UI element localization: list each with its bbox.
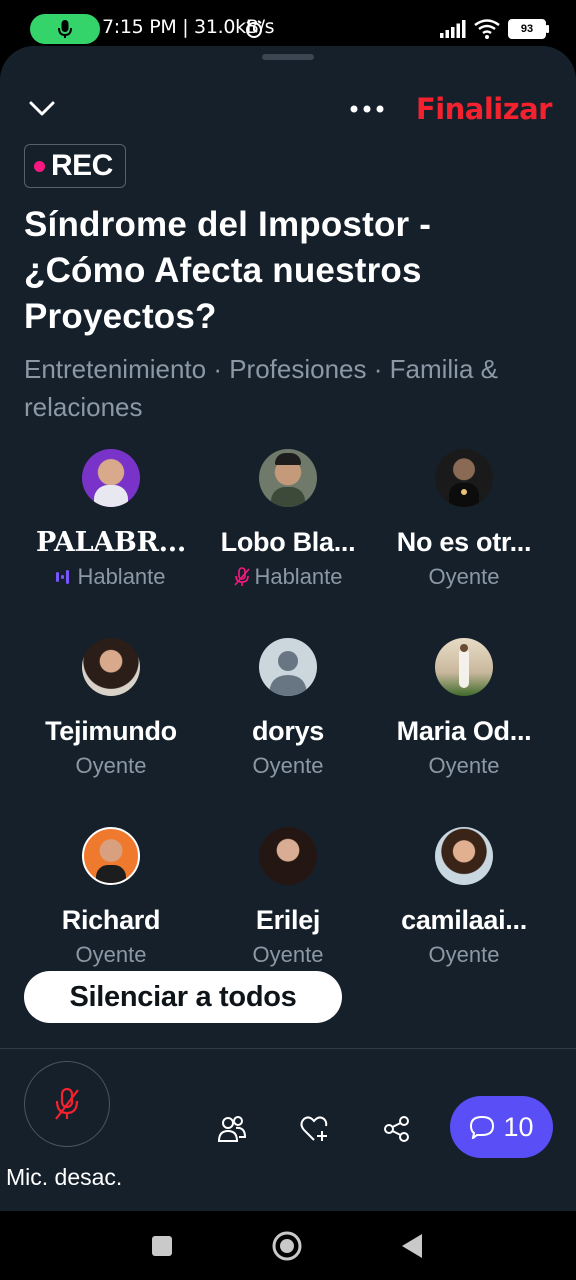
participant-role: Oyente [376,564,552,590]
back-button[interactable] [397,1231,427,1261]
participant-role-label: Hablante [254,564,343,589]
default-avatar [259,638,317,696]
participant-card[interactable]: Tejimundo Oyente [23,638,199,779]
sheet-drag-handle[interactable] [262,54,314,60]
share-icon [384,1116,409,1142]
battery-indicator: 93 [508,19,549,39]
participant-card[interactable]: PALABR... Hablante [23,449,199,590]
alarm-icon [246,20,262,38]
participant-role: Oyente [200,942,376,968]
comment-bubble-icon [470,1115,495,1139]
divider [0,1048,576,1049]
avatar [435,827,493,885]
participant-name: Erilej [255,905,321,935]
wifi-icon [474,19,500,39]
participant-role: Oyente [23,753,199,779]
participant-role: Hablante [23,564,199,590]
mic-off-icon [55,1087,79,1120]
participant-role-label: Oyente [428,753,500,778]
recents-button[interactable] [147,1231,177,1261]
minimize-button[interactable] [24,94,60,124]
participant-card[interactable]: Maria Od... Oyente [376,638,552,779]
participant-card[interactable]: No es otr... Oyente [376,449,552,590]
more-options-button[interactable] [346,96,388,122]
end-space-button[interactable]: Finalizar [416,92,553,126]
system-nav-bar [0,1211,576,1280]
avatar [259,827,317,885]
participant-card[interactable]: dorys Oyente [200,638,376,779]
people-icon [217,1116,247,1142]
participant-role-label: Oyente [252,942,324,967]
participant-name: dorys [251,716,325,746]
participant-role-label: Oyente [75,942,147,967]
avatar [82,449,140,507]
participant-name: Tejimundo [45,716,177,746]
participant-role: Hablante [200,564,376,590]
participant-role-label: Oyente [428,942,500,967]
participant-role: Oyente [376,753,552,779]
comments-count: 10 [503,1111,534,1142]
participant-role: Oyente [23,942,199,968]
participant-name: Lobo Bla... [220,527,356,557]
share-button[interactable] [377,1111,417,1147]
participant-role-label: Oyente [252,753,324,778]
avatar [435,449,493,507]
space-topics: Entretenimiento · Profesiones · Familia … [24,354,498,422]
microphone-toggle-button[interactable] [24,1061,110,1147]
participant-name: camilaai... [401,905,527,935]
participant-role: Oyente [376,942,552,968]
home-button[interactable] [272,1231,302,1261]
participant-role: Oyente [200,753,376,779]
participant-name: Richard [61,905,161,935]
participant-card[interactable]: Richard Oyente [23,827,199,968]
square-icon [152,1236,172,1256]
space-sheet: Finalizar REC Síndrome del Impostor - ¿C… [0,46,576,1211]
avatar [259,449,317,507]
signal-icon [440,20,466,38]
avatar [435,638,493,696]
avatar [82,827,140,885]
participant-role-label: Oyente [75,753,147,778]
mic-off-icon [234,567,251,586]
mute-all-button[interactable]: Silenciar a todos [24,971,342,1023]
speaking-waveform-icon [56,570,70,584]
recording-dot-icon [34,160,45,172]
circle-icon [272,1231,302,1261]
participant-card[interactable]: Erilej Oyente [200,827,376,968]
participant-role-label: Oyente [428,564,500,589]
recording-label: REC [51,149,113,182]
reactions-button[interactable] [295,1111,335,1147]
participant-card[interactable]: Lobo Bla... Hablante [200,449,376,590]
participant-name: Maria Od... [396,716,532,746]
recording-badge: REC [24,144,126,188]
avatar [82,638,140,696]
participants-button[interactable] [212,1111,252,1147]
participant-name: PALABR... [36,527,186,558]
triangle-back-icon [402,1234,422,1258]
heart-plus-icon [300,1116,328,1141]
mic-active-indicator[interactable] [30,14,100,44]
participant-role-label: Hablante [77,564,166,589]
status-bar: 7:15 PM | 31.0kB/s 93 [0,0,576,46]
user-placeholder-icon [269,651,307,696]
more-dots-icon [350,105,384,113]
mic-status-label: Mic. desac. [6,1164,123,1190]
participant-card[interactable]: camilaai... Oyente [376,827,552,968]
comments-button[interactable]: 10 [450,1096,553,1158]
chevron-down-icon [29,101,55,116]
space-title: Síndrome del Impostor - ¿Cómo Afecta nue… [24,205,432,336]
participant-name: No es otr... [396,527,532,557]
microphone-icon [58,20,72,38]
